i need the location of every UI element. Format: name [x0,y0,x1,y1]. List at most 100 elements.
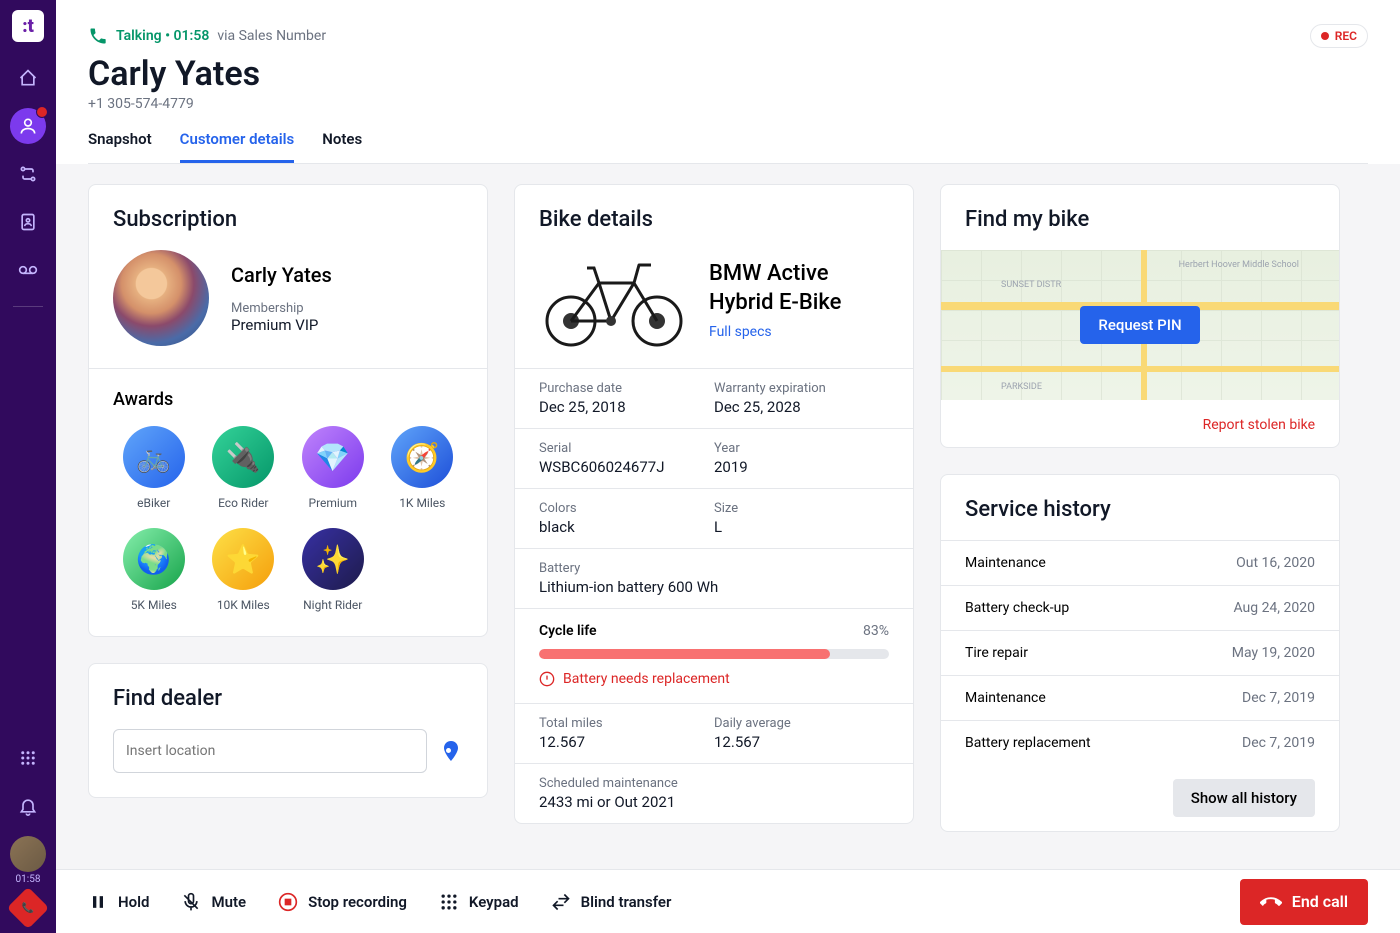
full-specs-link[interactable]: Full specs [709,324,889,340]
stop-record-icon [278,892,298,912]
scheduled-maint-label: Scheduled maintenance [539,776,889,791]
award-item: ⭐ 10K Miles [203,528,285,612]
subscription-customer-name: Carly Yates [231,263,332,287]
history-item-date: Out 16, 2020 [1236,555,1315,571]
purchase-date-label: Purchase date [539,381,714,396]
history-item-name: Maintenance [965,690,1046,706]
bike-details-title: Bike details [515,185,913,250]
cycle-life-percent: 83% [863,623,889,639]
warranty-label: Warranty expiration [714,381,889,396]
app-logo[interactable]: :t [12,10,44,42]
keypad-button[interactable]: Keypad [439,892,519,912]
warning-icon [539,671,555,687]
colors-value: black [539,518,714,536]
apps-icon[interactable] [10,740,46,776]
award-item: ✨Night Rider [292,528,374,612]
location-pin-icon[interactable] [439,739,463,763]
history-item[interactable]: Battery replacementDec 7, 2019 [941,720,1339,765]
total-miles-label: Total miles [539,716,714,731]
mute-icon [181,892,201,912]
award-name: 10K Miles [217,598,270,612]
end-call-button[interactable]: End call [1240,879,1368,925]
history-item[interactable]: Tire repairMay 19, 2020 [941,630,1339,675]
history-item-date: Aug 24, 2020 [1233,600,1315,616]
keypad-icon [439,892,459,912]
transfer-icon [551,892,571,912]
colors-label: Colors [539,501,714,516]
award-item: 🔌Eco Rider [203,426,285,510]
year-label: Year [714,441,889,456]
size-value: L [714,518,889,536]
award-badge-icon: ⭐ [212,528,274,590]
history-item[interactable]: Battery check-up Aug 24, 2020 [941,585,1339,630]
history-item-date: Dec 7, 2019 [1242,690,1315,706]
page-header: Talking • 01:58 via Sales Number REC Car… [56,0,1400,164]
customer-avatar [113,250,209,346]
battery-warning: Battery needs replacement [539,671,889,687]
award-badge-icon: ✨ [302,528,364,590]
award-badge-icon: 🔌 [212,426,274,488]
award-badge-icon: 🌍 [123,528,185,590]
history-item-date: Dec 7, 2019 [1242,735,1315,751]
awards-grid: 🚲 eBiker 🔌Eco Rider 💎 Premium 🧭1K Miles 🌍 5K Mi… [89,426,487,636]
tab-notes[interactable]: Notes [322,130,362,163]
recording-badge: REC [1310,24,1368,48]
nav-sidebar: :t 01:58 📞 [0,0,56,933]
award-item: 🧭1K Miles [382,426,464,510]
hangup-icon [1260,891,1282,913]
bike-location-map[interactable]: SUNSET DISTR PARKSIDE Herbert Hoover Mid… [941,250,1339,400]
membership-label: Membership [231,301,332,316]
stop-recording-button[interactable]: Stop recording [278,892,407,912]
subscription-card: Subscription Carly Yates Membership Prem… [88,184,488,637]
customer-phone: +1 305-574-4779 [88,96,1368,112]
contacts-icon[interactable] [10,204,46,240]
home-icon[interactable] [10,60,46,96]
user-avatar[interactable] [10,836,46,872]
notifications-icon[interactable] [10,788,46,824]
scheduled-maint-value: 2433 mi or Out 2021 [539,793,889,811]
flow-icon[interactable] [10,156,46,192]
daily-avg-value: 12.567 [714,733,889,751]
dealer-location-input[interactable] [113,729,427,773]
history-item-name: Tire repair [965,645,1028,661]
tab-snapshot[interactable]: Snapshot [88,130,152,163]
agent-icon[interactable] [10,108,46,144]
mute-button[interactable]: Mute [181,892,246,912]
award-name: 1K Miles [399,496,445,510]
award-item: 🌍 5K Miles [113,528,195,612]
history-item[interactable]: Maintenance Dec 7, 2019 [941,675,1339,720]
sidebar-call-timer: 01:58 [16,874,41,885]
award-name: Premium [309,496,357,510]
award-badge-icon: 💎 [302,426,364,488]
customer-name: Carly Yates [88,54,1368,94]
call-control-bar: Hold Mute Stop recording Keypad Blind tr… [56,869,1400,933]
tab-bar: Snapshot Customer details Notes [88,130,1368,164]
history-item-name: Maintenance [965,555,1046,571]
award-item: 🚲 eBiker [113,426,195,510]
history-item[interactable]: Maintenance Out 16, 2020 [941,540,1339,585]
phone-active-icon [88,26,108,46]
service-history-card: Service history MaintenanceOut 16, 2020B… [940,474,1340,832]
call-status-text: Talking • 01:58 [116,28,209,44]
active-call-indicator[interactable]: 📞 [7,887,49,929]
cycle-life-label: Cycle life [539,623,597,639]
award-name: eBiker [137,496,170,510]
request-pin-button[interactable]: Request PIN [1080,306,1199,344]
find-my-bike-title: Find my bike [941,185,1339,250]
report-stolen-link[interactable]: Report stolen bike [1203,417,1315,433]
battery-value: Lithium-ion battery 600 Wh [539,578,889,596]
find-my-bike-card: Find my bike SUNSET DISTR PARKSIDE Herbe… [940,184,1340,448]
find-dealer-card: Find dealer [88,663,488,798]
award-name: 5K Miles [131,598,177,612]
hold-button[interactable]: Hold [88,892,149,912]
bike-image [539,250,689,350]
award-item: 💎 Premium [292,426,374,510]
voicemail-icon[interactable] [10,252,46,288]
show-all-history-button[interactable]: Show all history [1173,779,1315,817]
award-badge-icon: 🚲 [123,426,185,488]
history-item-name: Battery check-up [965,600,1069,616]
tab-customer-details[interactable]: Customer details [180,130,295,163]
serial-value: WSBC606024677J [539,458,714,476]
bike-model: BMW Active Hybrid E-Bike [709,260,889,317]
blind-transfer-button[interactable]: Blind transfer [551,892,672,912]
